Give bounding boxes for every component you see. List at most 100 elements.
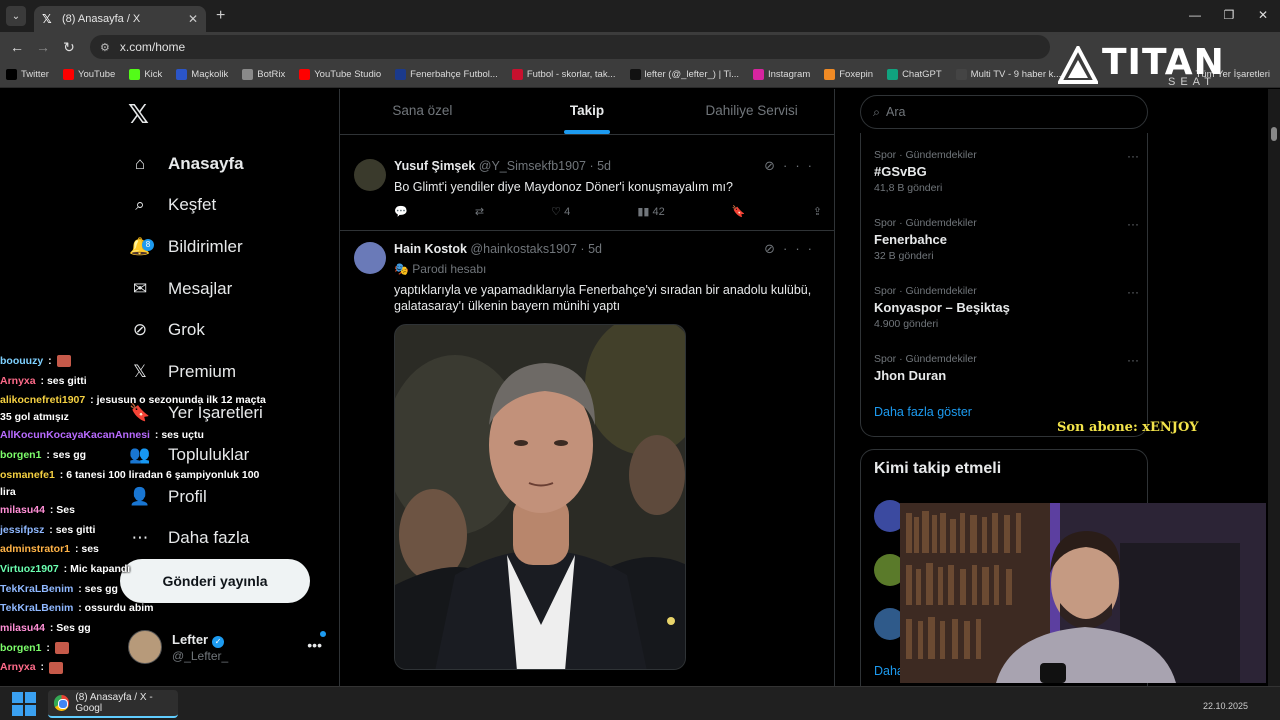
chat-message: borgen1 : ses gg [0,449,87,462]
chat-message: adminstrator1 : ses [0,543,99,556]
tweet-time[interactable]: 5d [597,159,611,173]
tab-search-button[interactable]: ⌄ [6,6,26,26]
close-window-icon[interactable]: ✕ [1246,0,1280,32]
more-options-icon[interactable]: ··· [1127,353,1139,367]
x-logo-icon[interactable]: 𝕏 [128,99,149,130]
bookmark-icon[interactable]: 🔖 [732,205,746,218]
bookmark-item[interactable]: YouTube Studio [299,69,381,80]
bookmark-item[interactable]: Maçkolik [176,69,228,80]
bookmark-item[interactable]: Multi TV - 9 haber k... [955,69,1061,80]
more-options-icon[interactable]: ··· [783,241,820,256]
trend-item[interactable]: Spor · Gündemdekiler #GSvBG 41,8 B gönderi… [874,149,1139,194]
bookmark-item[interactable]: Foxepin [824,69,873,80]
browser-tab-strip: ⌄ 𝕏 (8) Anasayfa / X ✕ + — ❐ ✕ [0,0,1280,32]
nav-item-0[interactable]: ⌂ Anasayfa [128,144,244,184]
views-button[interactable]: ▮▮ 42 [637,205,664,219]
bookmark-item[interactable]: lefter (@_lefter_) | Ti... [629,69,739,80]
youtube-studio-icon [299,69,311,80]
chat-message: TekKraLBenim : ossurdu abim [0,602,154,615]
grok-icon[interactable]: ⊘ [764,241,783,256]
brand-subtext: SEAT [1168,76,1216,88]
taskbar-chrome-app[interactable]: (8) Anasayfa / X - Googl [48,689,178,718]
bookmark-item[interactable]: YouTube [62,69,116,80]
tweet[interactable]: Hain Kostok @hainkostaks1907 · 5d ⊘··· 🎭… [340,232,834,686]
chat-username: milasu44 [0,503,45,516]
trend-title: Konyaspor – Beşiktaş [874,300,1010,315]
bookmark-item[interactable]: Instagram [753,69,810,80]
tab-2[interactable]: Dahiliye Servisi [669,89,834,134]
nav-item-1[interactable]: ⌕ Keşfet [128,185,216,225]
bookmark-item[interactable]: Twitter [6,69,49,80]
tweet-header: Yusuf Şimşek @Y_Simsekfb1907 · 5d [394,159,612,173]
tweet[interactable]: Yusuf Şimşek @Y_Simsekfb1907 · 5d ⊘··· B… [340,149,834,231]
more-options-icon[interactable]: ··· [1127,149,1139,163]
restore-icon[interactable]: ❐ [1212,0,1246,32]
like-count: 4 [564,205,571,218]
tab-1[interactable]: Takip [505,89,670,134]
tweet-image[interactable] [394,324,686,670]
emote-icon [48,661,63,674]
scrollbar-thumb[interactable] [1271,127,1277,141]
mail-icon: ✉ [132,279,148,298]
nav-item-4[interactable]: ⊘ Grok [128,310,205,350]
windows-start-icon[interactable] [12,691,36,716]
trend-item[interactable]: Spor · Gündemdekiler Jhon Duran ··· [874,353,1139,383]
chat-text: Ses gg [56,622,91,635]
instagram-icon [753,69,764,80]
reload-icon[interactable]: ↻ [56,39,82,56]
chat-message: AllKocunKocayaKacanAnnesi : ses uçtu [0,429,204,442]
more-options-icon[interactable]: ··· [1127,217,1139,231]
minimize-icon[interactable]: — [1178,0,1212,32]
emote-icon [56,355,71,368]
bookmark-item[interactable]: Kick [129,69,162,80]
trend-context: Spor · Gündemdekiler [874,285,977,297]
search-icon: ⌕ [135,195,145,214]
back-arrow-icon[interactable]: ← [4,39,30,55]
close-tab-icon[interactable]: ✕ [188,12,198,26]
bookmark-item[interactable]: BotRix [242,69,285,80]
chat-message: milasu44 : Ses [0,503,75,516]
bookmark-label: YouTube Studio [314,69,382,80]
reply-icon[interactable]: 💬 [394,205,408,218]
bookmark-item[interactable]: Fenerbahçe Futbol... [395,69,498,80]
more-options-icon[interactable]: ••• [307,637,322,653]
address-bar[interactable]: ⚙ x.com/home [90,35,1050,59]
nav-item-3[interactable]: ✉ Mesajlar [128,269,232,309]
grok-icon[interactable]: ⊘ [764,158,783,173]
show-more-link[interactable]: Daha fazla göster [874,405,972,419]
avatar[interactable] [354,159,386,191]
taskbar-clock[interactable]: 22.10.2025 [1203,701,1248,711]
more-options-icon[interactable]: ··· [1127,285,1139,299]
more-options-icon[interactable]: ··· [783,158,820,173]
tweet-author-handle[interactable]: @hainkostaks1907 [470,242,577,256]
tweet-time[interactable]: 5d [588,242,602,256]
tab-0[interactable]: Sana özel [340,89,505,134]
nav-item-2[interactable]: 🔔 8 Bildirimler [128,227,242,267]
bookmark-label: Maçkolik [191,69,229,80]
browser-tab[interactable]: 𝕏 (8) Anasayfa / X ✕ [34,6,206,32]
retweet-icon[interactable]: ⇄ [475,205,484,218]
like-button[interactable]: ♡ 4 [551,205,571,219]
page-scrollbar[interactable] [1268,89,1280,686]
tweet-header: Hain Kostok @hainkostaks1907 · 5d [394,242,602,256]
tweet-author-handle[interactable]: @Y_Simsekfb1907 [479,159,586,173]
bookmark-item[interactable]: ChatGPT [887,69,942,80]
tweet-author-name[interactable]: Hain Kostok [394,242,467,256]
share-icon[interactable]: ⇪ [813,205,822,218]
chat-username: jessifpsz [0,523,45,536]
avatar[interactable] [354,242,386,274]
tab-title: (8) Anasayfa / X [62,13,141,25]
new-tab-button[interactable]: + [216,7,225,25]
chat-username: Arnyxa [0,661,36,674]
trend-item[interactable]: Spor · Gündemdekiler Konyaspor – Beşiktaş… [874,285,1139,330]
bookmark-label: YouTube [77,69,116,80]
search-input[interactable]: ⌕ Ara [860,95,1148,129]
chat-username: adminstrator1 [0,543,71,556]
trend-item[interactable]: Spor · Gündemdekiler Fenerbahce 32 B gönde… [874,217,1139,262]
search-icon: ⌕ [873,104,881,119]
bookmark-label: lefter (@_lefter_) | Ti... [644,69,739,80]
bookmark-item[interactable]: Futbol - skorlar, tak... [511,69,616,80]
tweet-author-name[interactable]: Yusuf Şimşek [394,159,475,173]
site-settings-icon[interactable]: ⚙ [100,41,110,54]
forward-arrow-icon[interactable]: → [30,39,56,55]
